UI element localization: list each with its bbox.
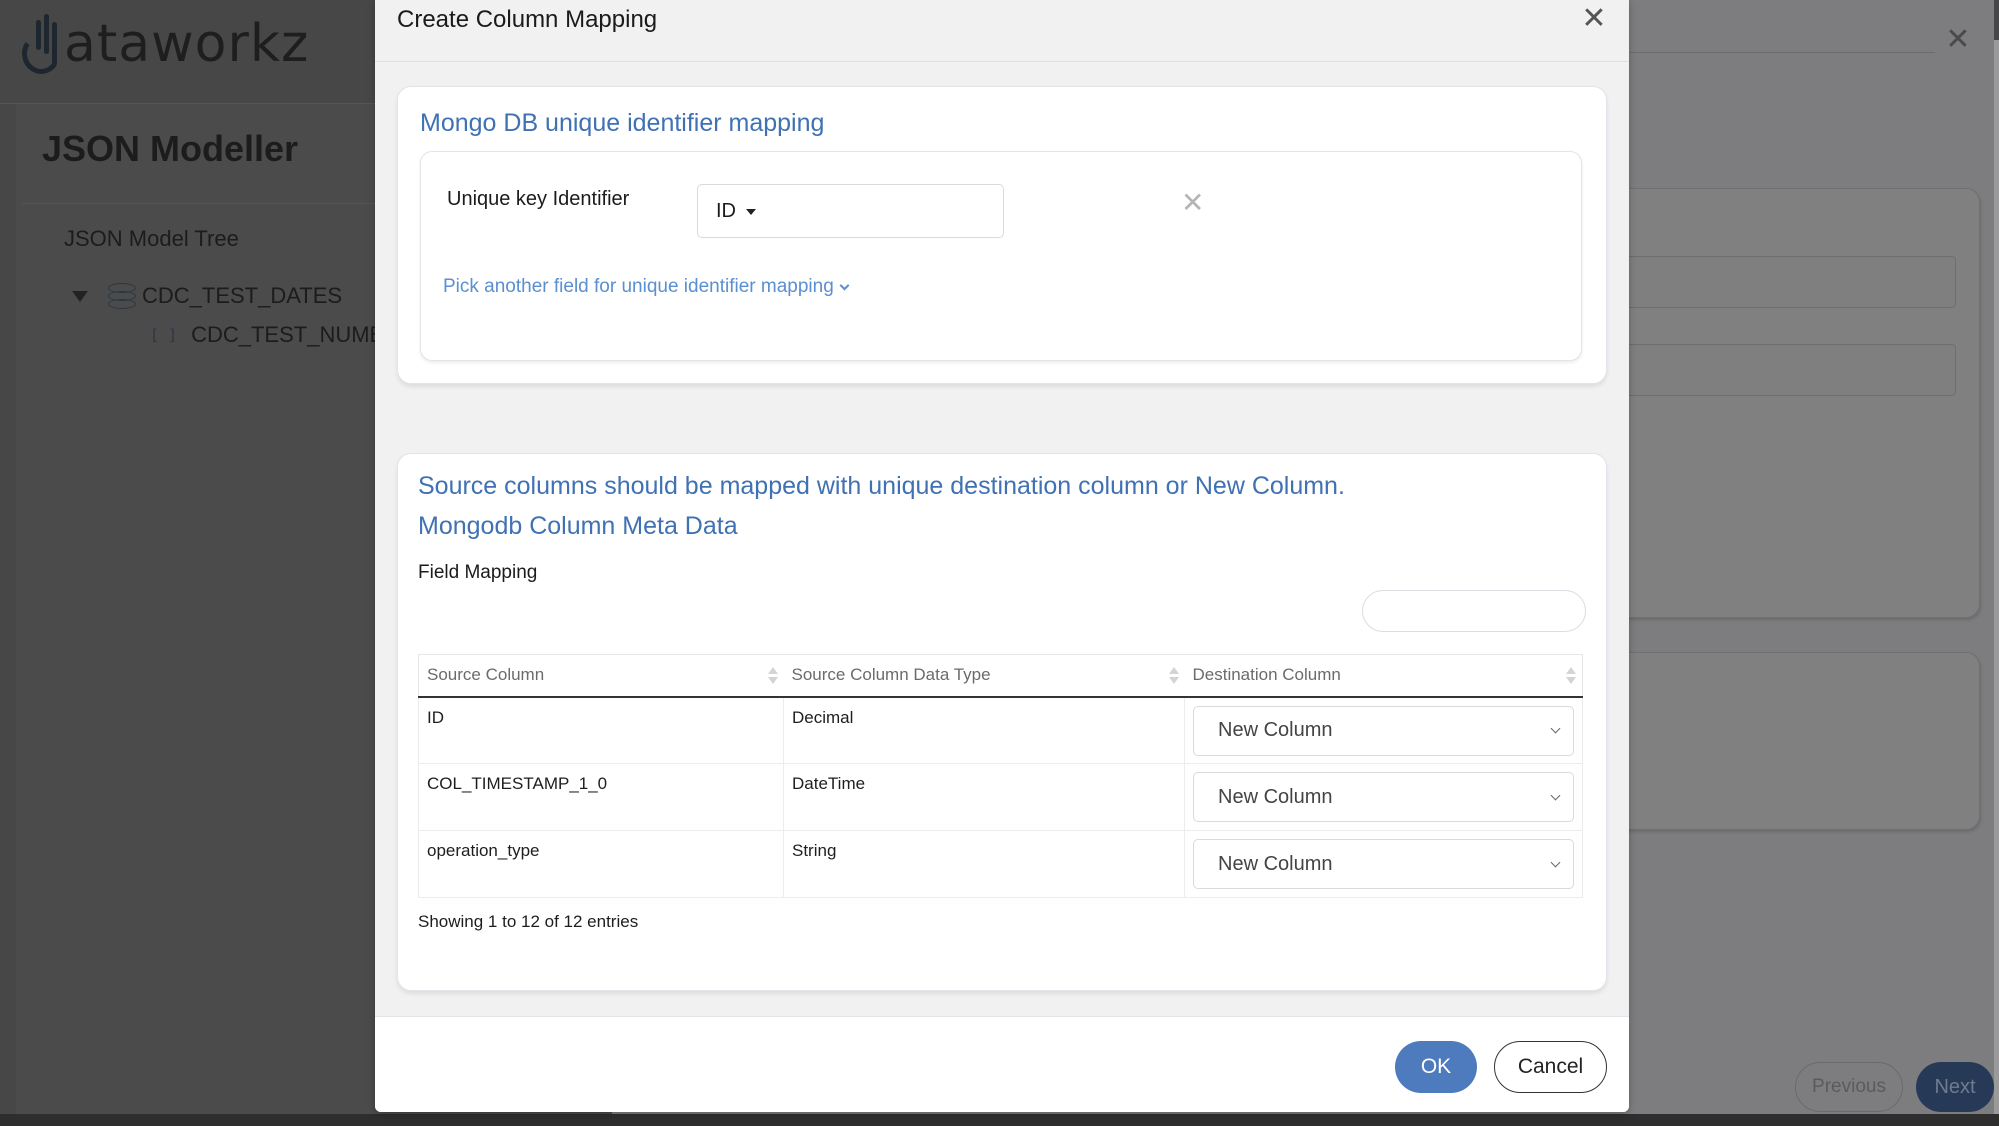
horizontal-scrollbar[interactable] bbox=[0, 1114, 1999, 1126]
field-mapping-label: Field Mapping bbox=[418, 562, 538, 583]
panel-header-divider bbox=[1630, 52, 1935, 53]
table-row: ID Decimal New Column bbox=[418, 696, 1583, 764]
destination-column-select[interactable]: New Column bbox=[1193, 839, 1574, 889]
create-column-mapping-modal: Create Column Mapping ✕ Mongo DB unique … bbox=[375, 0, 1629, 1112]
tree-node-label: CDC_TEST_NUMBE bbox=[191, 322, 399, 347]
field-mapping-card: Source columns should be mapped with uni… bbox=[397, 453, 1607, 991]
previous-button[interactable]: Previous bbox=[1795, 1062, 1903, 1112]
column-header-destination[interactable]: Destination Column bbox=[1184, 654, 1583, 698]
table-search-input[interactable] bbox=[1362, 590, 1586, 632]
pick-another-field-label: Pick another field for unique identifier… bbox=[443, 276, 834, 297]
source-column-cell: COL_TIMESTAMP_1_0 bbox=[418, 763, 784, 831]
panel-close-icon[interactable]: ✕ bbox=[1944, 25, 1972, 55]
modal-title: Create Column Mapping bbox=[397, 6, 658, 33]
left-rail bbox=[0, 104, 16, 1114]
caret-down-icon bbox=[746, 209, 756, 215]
page-title: JSON Modeller bbox=[42, 128, 299, 169]
next-button[interactable]: Next bbox=[1916, 1062, 1994, 1112]
chevron-down-icon bbox=[1550, 723, 1561, 734]
tree-title: JSON Model Tree bbox=[64, 226, 239, 251]
ok-button[interactable]: OK bbox=[1395, 1041, 1477, 1093]
data-type-cell: String bbox=[783, 830, 1185, 898]
panel-card bbox=[1580, 188, 1980, 618]
remove-key-close-icon[interactable]: ✕ bbox=[1181, 188, 1204, 218]
source-column-cell: operation_type bbox=[418, 830, 784, 898]
divider bbox=[22, 203, 382, 204]
logo-text: ataworkz bbox=[64, 14, 310, 74]
column-header-source[interactable]: Source Column bbox=[418, 654, 784, 698]
sort-icon[interactable] bbox=[1168, 667, 1179, 685]
unique-identifier-heading: Mongo DB unique identifier mapping bbox=[420, 109, 825, 137]
chevron-down-icon bbox=[839, 280, 850, 290]
sort-icon[interactable] bbox=[1566, 667, 1576, 685]
table-row: COL_TIMESTAMP_1_0 DateTime New Column bbox=[418, 763, 1583, 831]
destination-cell: New Column bbox=[1184, 696, 1583, 764]
panel-input-field[interactable] bbox=[1580, 256, 1956, 308]
data-type-cell: DateTime bbox=[783, 763, 1185, 831]
unique-key-value: ID bbox=[716, 199, 736, 222]
mapping-notice: Source columns should be mapped with uni… bbox=[418, 472, 1345, 500]
cancel-button[interactable]: Cancel bbox=[1494, 1041, 1607, 1093]
destination-cell: New Column bbox=[1184, 830, 1583, 898]
field-mapping-table: Source Column Source Column Data Type De… bbox=[418, 654, 1583, 898]
array-brackets-icon: [ ] bbox=[150, 326, 178, 344]
table-row: operation_type String New Column bbox=[418, 830, 1583, 898]
chevron-down-icon bbox=[1550, 857, 1561, 867]
destination-column-select[interactable]: New Column bbox=[1193, 772, 1574, 822]
tree-node-cdc-test-numbers[interactable]: [ ] CDC_TEST_NUMBE bbox=[150, 322, 399, 348]
data-type-cell: Decimal bbox=[783, 696, 1185, 764]
modal-footer: OK Cancel bbox=[375, 1016, 1629, 1112]
logo-mark-icon bbox=[18, 12, 64, 77]
entries-info: Showing 1 to 12 of 12 entries bbox=[418, 912, 639, 931]
pick-another-field-link[interactable]: Pick another field for unique identifier… bbox=[443, 276, 850, 298]
chevron-down-icon bbox=[1550, 790, 1561, 800]
destination-cell: New Column bbox=[1184, 763, 1583, 831]
close-icon[interactable]: ✕ bbox=[1579, 4, 1609, 34]
panel-scrollbar[interactable] bbox=[1994, 40, 1999, 1114]
meta-data-heading: Mongodb Column Meta Data bbox=[418, 512, 738, 540]
panel-input-field[interactable] bbox=[1580, 344, 1956, 396]
modal-header: Create Column Mapping ✕ bbox=[375, 0, 1629, 62]
database-icon bbox=[108, 283, 136, 309]
tree-node-label: CDC_TEST_DATES bbox=[142, 283, 343, 308]
table-header-row: Source Column Source Column Data Type De… bbox=[418, 654, 1583, 698]
expand-triangle-icon[interactable] bbox=[72, 290, 88, 302]
destination-column-select[interactable]: New Column bbox=[1193, 705, 1574, 756]
unique-key-label: Unique key Identifier bbox=[447, 188, 630, 210]
tree-node-cdc-test-dates[interactable]: CDC_TEST_DATES bbox=[72, 283, 342, 309]
panel-card bbox=[1580, 652, 1980, 830]
dataworkz-logo: ataworkz bbox=[18, 8, 310, 80]
source-column-cell: ID bbox=[418, 696, 784, 764]
unique-identifier-card: Mongo DB unique identifier mapping Uniqu… bbox=[397, 86, 1607, 384]
unique-key-row-card: Unique key Identifier ID ✕ Pick another … bbox=[420, 151, 1582, 361]
sort-icon[interactable] bbox=[767, 667, 778, 685]
unique-key-select[interactable]: ID bbox=[697, 184, 1004, 238]
column-header-data-type[interactable]: Source Column Data Type bbox=[783, 654, 1185, 698]
